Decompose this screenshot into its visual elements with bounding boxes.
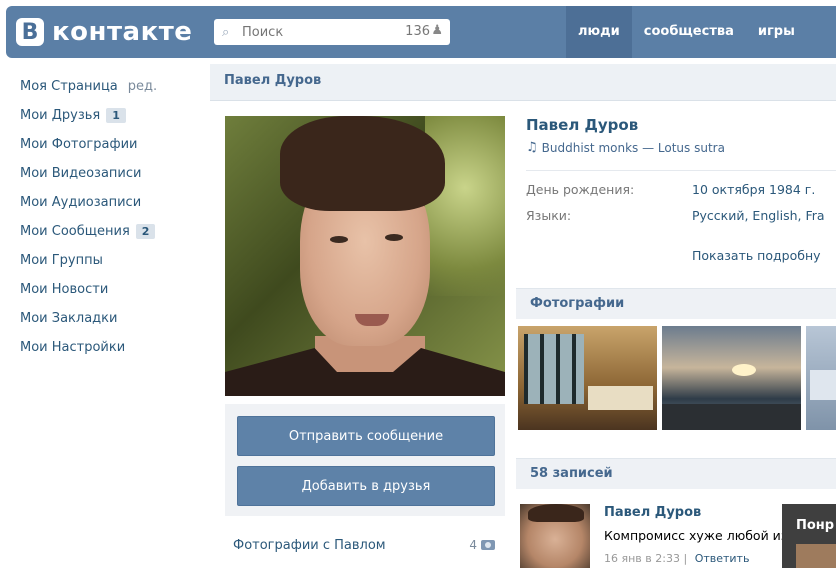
- photos-with-link[interactable]: Фотографии с Павлом 4: [225, 530, 505, 560]
- menu-item-settings[interactable]: Мои Настройки: [20, 333, 200, 362]
- left-menu: Моя Страница ред. Мои Друзья 1 Мои Фотог…: [20, 72, 200, 362]
- thumb-windows: [524, 334, 584, 404]
- menu-item-label: Мои Сообщения: [20, 224, 130, 239]
- post-separator: |: [683, 552, 688, 565]
- birthday-row: День рождения: 10 октября 1984 г.: [526, 182, 815, 197]
- show-more-link[interactable]: Показать подробну: [692, 248, 821, 263]
- add-friend-button[interactable]: Добавить в друзья: [237, 466, 495, 506]
- info-divider: [526, 170, 836, 171]
- menu-item-label: Мои Закладки: [20, 311, 118, 326]
- top-nav: люди сообщества игры: [566, 6, 807, 58]
- profile-name: Павел Дуров: [526, 116, 639, 134]
- menu-item-audio[interactable]: Мои Аудиозаписи: [20, 188, 200, 217]
- photos-section-title: Фотографии: [530, 296, 625, 311]
- page-title: Павел Дуров: [224, 73, 322, 88]
- nav-communities[interactable]: сообщества: [632, 6, 746, 58]
- avatar[interactable]: [520, 504, 590, 568]
- photo-thumbnail[interactable]: [518, 326, 657, 430]
- header: В контакте ⌕ 136 ♟ люди сообщества игры: [6, 6, 836, 58]
- languages-row: Языки: Русский, English, Fra: [526, 208, 825, 223]
- status-text: Buddhist monks — Lotus sutra: [541, 140, 725, 155]
- menu-item-friends[interactable]: Мои Друзья 1: [20, 101, 200, 130]
- messages-count-badge: 2: [135, 224, 156, 239]
- profile-status[interactable]: ♫ Buddhist monks — Lotus sutra: [526, 140, 725, 155]
- birthday-value[interactable]: 10 октября 1984 г.: [692, 182, 815, 197]
- menu-item-groups[interactable]: Мои Группы: [20, 246, 200, 275]
- menu-item-videos[interactable]: Мои Видеозаписи: [20, 159, 200, 188]
- menu-item-messages[interactable]: Мои Сообщения 2: [20, 217, 200, 246]
- photo-thumbnails: [518, 326, 836, 430]
- menu-item-label: Мои Новости: [20, 282, 109, 297]
- edit-link[interactable]: ред.: [128, 79, 157, 94]
- thumb-bed: [588, 386, 653, 410]
- birthday-label: День рождения:: [526, 182, 635, 197]
- menu-item-label: Мои Группы: [20, 253, 103, 268]
- logo[interactable]: В контакте: [16, 16, 192, 48]
- post-author[interactable]: Павел Дуров: [604, 505, 701, 520]
- menu-item-bookmarks[interactable]: Мои Закладки: [20, 304, 200, 333]
- menu-item-label: Мои Видеозаписи: [20, 166, 142, 181]
- photo-hair: [280, 116, 445, 211]
- search-count: 136: [405, 24, 430, 39]
- profile-photo[interactable]: [225, 116, 505, 396]
- music-note-icon: ♫: [526, 140, 538, 155]
- logo-mark: В: [16, 18, 44, 46]
- photo-eye-right: [385, 234, 403, 241]
- menu-item-photos[interactable]: Мои Фотографии: [20, 130, 200, 159]
- profile-actions: Отправить сообщение Добавить в друзья: [225, 404, 505, 516]
- tooltip-text: Понр: [796, 518, 835, 533]
- top-bar: В контакте ⌕ 136 ♟ люди сообщества игры: [0, 0, 836, 64]
- menu-item-label: Мои Фотографии: [20, 137, 138, 152]
- nav-games[interactable]: игры: [746, 6, 807, 58]
- camera-icon: [481, 540, 495, 550]
- languages-label: Языки:: [526, 208, 572, 223]
- languages-value[interactable]: Русский, English, Fra: [692, 208, 825, 223]
- photos-with-count-value: 4: [469, 538, 477, 552]
- menu-item-news[interactable]: Мои Новости: [20, 275, 200, 304]
- tooltip-popup[interactable]: Понр: [782, 504, 836, 568]
- send-message-button[interactable]: Отправить сообщение: [237, 416, 495, 456]
- photo-thumbnail[interactable]: [662, 326, 801, 430]
- post-meta: 16 янв в 2:33 | Ответить: [604, 552, 749, 565]
- menu-item-label: Мои Аудиозаписи: [20, 195, 142, 210]
- nav-people[interactable]: люди: [566, 6, 632, 58]
- wall-section-title: 58 записей: [530, 466, 613, 481]
- reply-link[interactable]: Ответить: [695, 552, 750, 565]
- logo-text: контакте: [52, 17, 193, 47]
- photo-thumbnail[interactable]: [806, 326, 836, 430]
- menu-item-label: Мои Друзья: [20, 108, 101, 123]
- search-box[interactable]: ⌕ 136 ♟: [214, 19, 450, 45]
- wall-section-header[interactable]: 58 записей: [516, 458, 836, 489]
- person-icon: ♟: [431, 23, 443, 38]
- tooltip-thumbnail: [796, 544, 836, 568]
- photos-with-count: 4: [469, 538, 495, 552]
- menu-item-label: Мои Настройки: [20, 340, 126, 355]
- thumb-ship: [810, 370, 836, 400]
- main-content: Павел Дуров Отправить сообщение Добавить…: [210, 64, 836, 568]
- search-icon: ⌕: [222, 24, 230, 40]
- photos-section-header[interactable]: Фотографии: [516, 288, 836, 319]
- thumb-deck: [662, 404, 801, 430]
- post-time[interactable]: 16 янв в 2:33: [604, 552, 680, 565]
- menu-item-my-page[interactable]: Моя Страница ред.: [20, 72, 200, 101]
- avatar-hair: [528, 504, 584, 522]
- page-header: Павел Дуров: [210, 64, 836, 101]
- friends-count-badge: 1: [106, 108, 126, 123]
- search-input[interactable]: [240, 23, 394, 41]
- thumb-sun: [732, 364, 756, 376]
- photo-eye-left: [330, 236, 348, 243]
- menu-item-label: Моя Страница: [20, 79, 118, 94]
- photos-with-label: Фотографии с Павлом: [233, 537, 386, 553]
